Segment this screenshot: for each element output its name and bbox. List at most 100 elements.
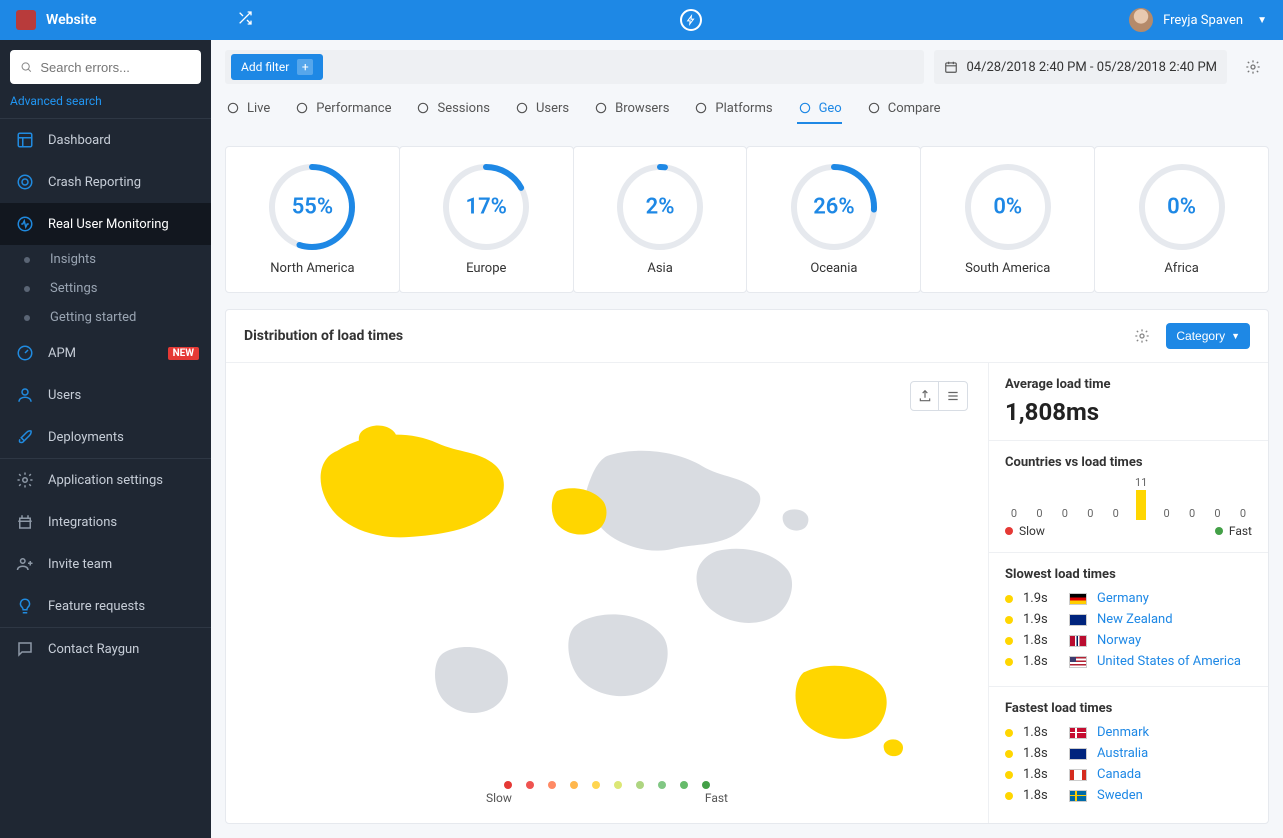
- sidebar-item-feature[interactable]: Feature requests: [0, 585, 211, 627]
- hist-col: 0: [1234, 507, 1252, 520]
- country-row[interactable]: 1.8s United States of America: [1005, 651, 1252, 672]
- site-name[interactable]: Website: [46, 12, 97, 28]
- gauge-oceania[interactable]: 26%Oceania: [746, 146, 921, 293]
- legend-dot: [636, 781, 644, 789]
- tab-label: Live: [247, 101, 270, 116]
- country-row[interactable]: 1.8s Canada: [1005, 764, 1252, 785]
- bolt-icon[interactable]: [680, 9, 702, 31]
- country-link[interactable]: United States of America: [1097, 654, 1241, 669]
- invite-icon: [14, 553, 36, 575]
- flag-se-icon: [1069, 790, 1087, 802]
- tab-browsers[interactable]: Browsers: [593, 94, 669, 124]
- country-row[interactable]: 1.9sNew Zealand: [1005, 609, 1252, 630]
- user-name[interactable]: Freyja Spaven: [1163, 13, 1243, 28]
- avatar[interactable]: [1129, 8, 1153, 32]
- sidebar-label: Deployments: [48, 430, 124, 445]
- add-filter-button[interactable]: Add filter +: [231, 54, 323, 80]
- fast-dot: [1215, 527, 1223, 535]
- add-filter-label: Add filter: [241, 60, 289, 74]
- tab-label: Browsers: [615, 101, 669, 116]
- category-button[interactable]: Category ▼: [1166, 323, 1250, 349]
- sidebar-item-dashboard[interactable]: Dashboard: [0, 119, 211, 161]
- country-row[interactable]: 1.8sSweden: [1005, 785, 1252, 806]
- flag-no-icon: [1069, 635, 1087, 647]
- panel-title: Distribution of load times: [244, 328, 1128, 344]
- country-row[interactable]: 1.9s Germany: [1005, 588, 1252, 609]
- tab-compare[interactable]: Compare: [866, 94, 941, 124]
- panel-gear-icon[interactable]: [1128, 322, 1156, 350]
- sidebar-label: Users: [48, 388, 81, 403]
- dot-icon: [1005, 792, 1013, 800]
- load-time: 1.9s: [1023, 591, 1059, 606]
- country-link[interactable]: Norway: [1097, 633, 1141, 648]
- tab-label: Platforms: [715, 101, 772, 116]
- settings-icon[interactable]: [1237, 51, 1269, 83]
- gear-icon: [14, 469, 36, 491]
- shuffle-icon[interactable]: [237, 10, 253, 30]
- legend-dot: [592, 781, 600, 789]
- sidebar-item-contact[interactable]: Contact Raygun: [0, 628, 211, 670]
- dashboard-icon: [14, 129, 36, 151]
- tab-sessions[interactable]: Sessions: [415, 94, 490, 124]
- search-field[interactable]: [40, 60, 191, 75]
- chevron-down-icon[interactable]: ▼: [1257, 15, 1267, 26]
- search-input[interactable]: [10, 50, 201, 84]
- country-link[interactable]: Australia: [1097, 746, 1148, 761]
- legend-dot: [614, 781, 622, 789]
- slow-dot: [1005, 527, 1013, 535]
- sidebar-label: Application settings: [48, 473, 163, 488]
- tab-platforms[interactable]: Platforms: [693, 94, 772, 124]
- gauge-north-america[interactable]: 55%North America: [225, 146, 400, 293]
- avg-load-block: Average load time 1,808ms: [989, 363, 1268, 441]
- gauge-africa[interactable]: 0%Africa: [1094, 146, 1269, 293]
- filter-bar[interactable]: Add filter +: [225, 50, 924, 84]
- new-badge: NEW: [168, 347, 199, 360]
- date-range-picker[interactable]: 04/28/2018 2:40 PM - 05/28/2018 2:40 PM: [934, 50, 1227, 84]
- sidebar-item-users[interactable]: Users: [0, 374, 211, 416]
- dot-icon: [1005, 750, 1013, 758]
- country-link[interactable]: Sweden: [1097, 788, 1143, 803]
- load-time: 1.8s: [1023, 767, 1059, 782]
- country-link[interactable]: Denmark: [1097, 725, 1149, 740]
- app-logo: [16, 10, 36, 30]
- country-link[interactable]: Canada: [1097, 767, 1141, 782]
- dot-icon: [1005, 658, 1013, 666]
- tab-geo[interactable]: Geo: [797, 94, 842, 124]
- tab-users[interactable]: Users: [514, 94, 569, 124]
- sidebar-sub-insights[interactable]: Insights: [0, 245, 211, 274]
- gauge-south-america[interactable]: 0%South America: [920, 146, 1095, 293]
- country-row[interactable]: 1.8sAustralia: [1005, 743, 1252, 764]
- load-time: 1.8s: [1023, 654, 1059, 669]
- country-link[interactable]: New Zealand: [1097, 612, 1173, 627]
- load-time: 1.8s: [1023, 725, 1059, 740]
- compare-icon: [866, 100, 882, 116]
- gauge-europe[interactable]: 17%Europe: [399, 146, 574, 293]
- export-icon[interactable]: [911, 382, 939, 410]
- tab-live[interactable]: Live: [225, 94, 270, 124]
- country-row[interactable]: 1.8s Denmark: [1005, 722, 1252, 743]
- advanced-search-link[interactable]: Advanced search: [0, 94, 211, 118]
- sidebar-item-appsettings[interactable]: Application settings: [0, 459, 211, 501]
- gauge-pct: 17%: [466, 195, 507, 220]
- sidebar-item-invite[interactable]: Invite team: [0, 543, 211, 585]
- country-link[interactable]: Germany: [1097, 591, 1149, 606]
- sidebar-sub-getting-started[interactable]: Getting started: [0, 303, 211, 332]
- sidebar-sub-settings[interactable]: Settings: [0, 274, 211, 303]
- sidebar-item-rum[interactable]: Real User Monitoring: [0, 203, 211, 245]
- country-row[interactable]: 1.8sNorway: [1005, 630, 1252, 651]
- tab-label: Geo: [819, 101, 842, 116]
- sidebar-label: APM: [48, 346, 76, 361]
- side-stats: Average load time 1,808ms Countries vs l…: [988, 363, 1268, 823]
- hist-col: 0: [1081, 507, 1099, 520]
- sidebar-item-deployments[interactable]: Deployments: [0, 416, 211, 458]
- tab-performance[interactable]: Performance: [294, 94, 391, 124]
- sidebar-item-integrations[interactable]: Integrations: [0, 501, 211, 543]
- flag-de-icon: [1069, 593, 1087, 605]
- menu-icon[interactable]: [939, 382, 967, 410]
- sidebar-item-apm[interactable]: APM NEW: [0, 332, 211, 374]
- gauge-asia[interactable]: 2%Asia: [573, 146, 748, 293]
- dot-icon: [1005, 771, 1013, 779]
- geo-icon: [797, 100, 813, 116]
- world-map[interactable]: Slow Fast: [226, 363, 988, 823]
- sidebar-item-crash[interactable]: Crash Reporting: [0, 161, 211, 203]
